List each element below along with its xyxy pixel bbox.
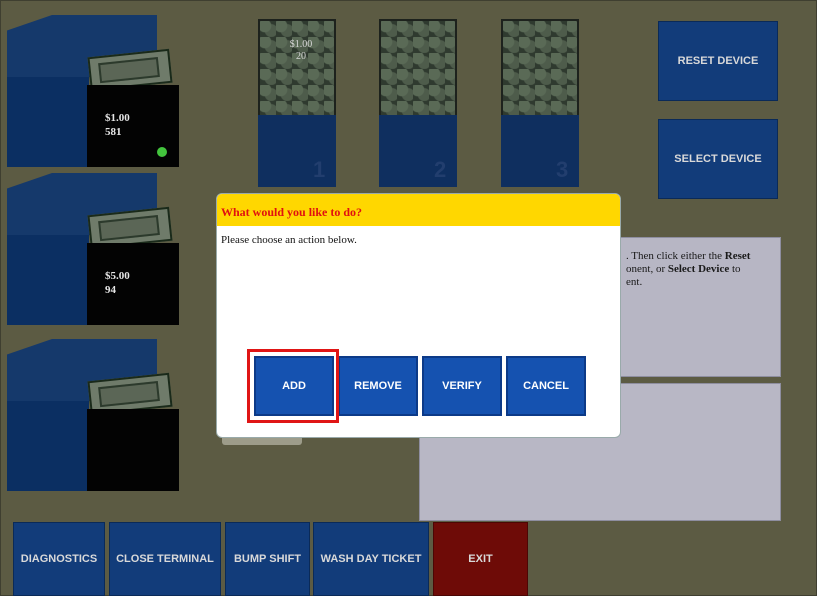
hopper-number: 3 — [556, 157, 569, 182]
instructions-select-bold: Select Device — [667, 263, 730, 275]
close-terminal-button[interactable]: CLOSE TERMINAL — [109, 522, 221, 596]
hopper-denom: $1.00 — [289, 39, 313, 50]
bill-acceptor-2[interactable]: $5.00 94 — [7, 173, 179, 325]
instructions-text: . Then click either the Reset onent, or … — [626, 250, 776, 289]
add-button[interactable]: ADD — [254, 356, 334, 416]
acceptor-label: $5.00 94 — [105, 269, 130, 297]
acceptor-body — [87, 243, 179, 325]
remove-button[interactable]: REMOVE — [338, 356, 418, 416]
coin-hopper-3[interactable]: 3 — [501, 19, 579, 187]
verify-button[interactable]: VERIFY — [422, 356, 502, 416]
bill-acceptor-1[interactable]: $1.00 581 — [7, 15, 179, 167]
action-dialog: What would you like to do? Please choose… — [216, 193, 621, 438]
acceptor-denom: $5.00 — [105, 270, 130, 282]
wash-day-ticket-button[interactable]: WASH DAY TICKET — [313, 522, 429, 596]
acceptor-body — [87, 409, 179, 491]
bump-shift-button[interactable]: BUMP SHIFT — [225, 522, 310, 596]
hopper-number: 1 — [313, 157, 326, 182]
hopper-count: 20 — [296, 51, 306, 62]
select-device-button[interactable]: SELECT DEVICE — [658, 119, 778, 199]
diagnostics-button[interactable]: DIAGNOSTICS — [13, 522, 105, 596]
coin-bin — [258, 19, 336, 119]
acceptor-count: 94 — [105, 284, 116, 296]
instructions-line3: ent. — [626, 276, 643, 288]
coin-hopper-1[interactable]: 1 $1.00 20 — [258, 19, 336, 187]
coin-hopper-2[interactable]: 2 — [379, 19, 457, 187]
dialog-message: Please choose an action below. — [221, 234, 357, 246]
status-led-icon — [157, 147, 167, 157]
coin-bin — [379, 19, 457, 119]
bill-acceptor-3[interactable] — [7, 339, 179, 491]
cancel-button[interactable]: CANCEL — [506, 356, 586, 416]
exit-button[interactable]: EXIT — [433, 522, 528, 596]
instructions-line2: onent, or — [626, 263, 668, 275]
instructions-line1: . Then click either the — [626, 250, 725, 262]
terminal-screen: $1.00 581 $5.00 94 1 $1.00 20 2 3 RESET … — [0, 0, 817, 596]
hopper-number: 2 — [434, 157, 447, 182]
hopper-label: $1.00 20 — [276, 39, 326, 63]
acceptor-denom: $1.00 — [105, 112, 130, 124]
instructions-line2-suffix: to — [729, 263, 741, 275]
reset-device-button[interactable]: RESET DEVICE — [658, 21, 778, 101]
acceptor-label: $1.00 581 — [105, 111, 130, 139]
dialog-title: What would you like to do? — [217, 194, 620, 226]
instructions-reset-bold: Reset — [724, 250, 751, 262]
coin-bin — [501, 19, 579, 119]
acceptor-count: 581 — [105, 126, 122, 138]
